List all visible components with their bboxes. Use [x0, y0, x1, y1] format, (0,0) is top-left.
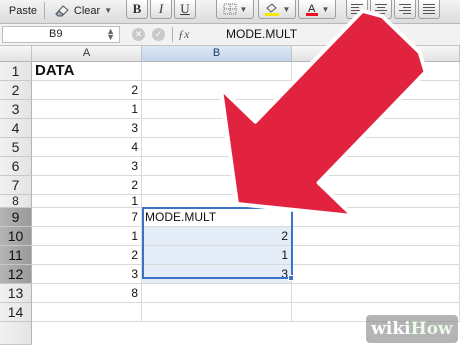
annotation-arrow-icon	[218, 8, 428, 219]
logo-part-1: wiki	[371, 319, 411, 339]
logo-part-2: How	[410, 319, 453, 339]
wikihow-logo: wiki How	[366, 315, 458, 343]
